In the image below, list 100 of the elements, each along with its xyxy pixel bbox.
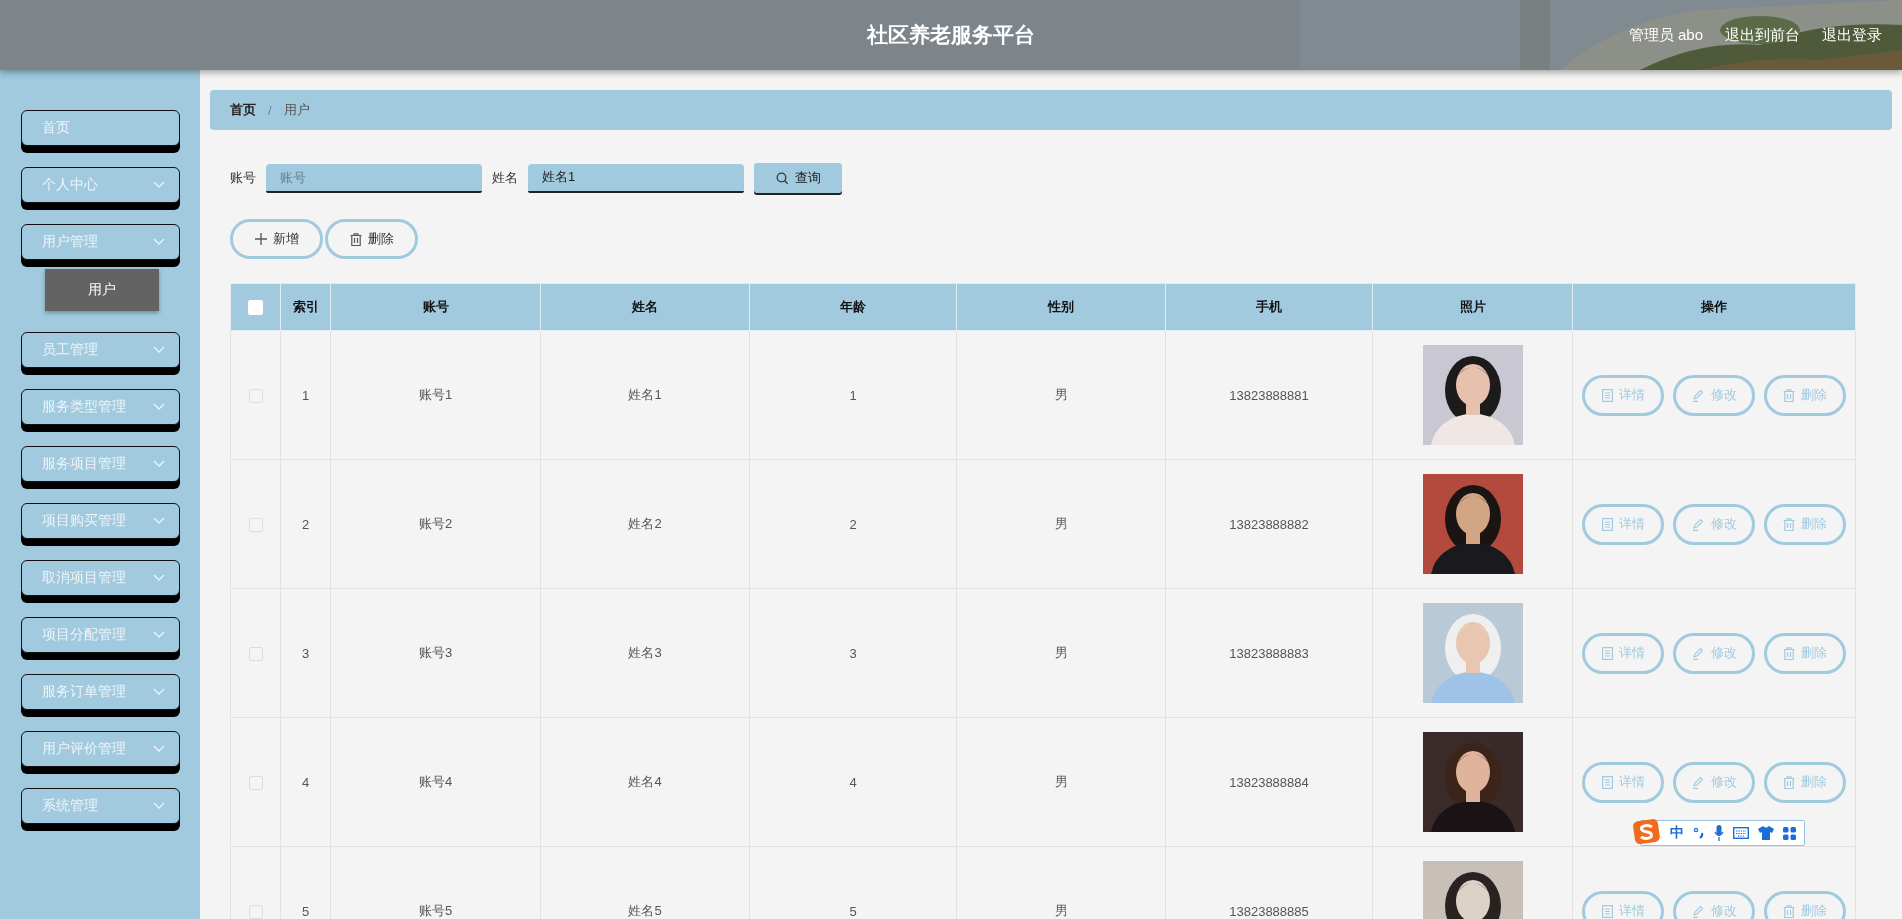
table-cell: 13823888884 <box>1165 717 1373 847</box>
table-cell: 姓名4 <box>540 717 750 847</box>
table-cell: 姓名5 <box>540 846 750 919</box>
detail-button[interactable]: 详情 <box>1582 503 1664 545</box>
trash-icon <box>1783 904 1795 918</box>
delete-button[interactable]: 删除 <box>1764 890 1846 919</box>
chevron-down-icon <box>153 346 165 354</box>
column-header: 操作 <box>1572 283 1856 331</box>
chevron-down-icon <box>153 460 165 468</box>
search-field[interactable]: 姓名1 <box>528 163 744 193</box>
table-cell: 4 <box>280 717 331 847</box>
edit-button[interactable]: 修改 <box>1673 374 1755 416</box>
table-cell: 1 <box>749 330 957 460</box>
search-button[interactable]: 查询 <box>754 163 842 193</box>
chevron-down-icon <box>153 802 165 810</box>
search-field[interactable]: 账号 <box>266 163 482 193</box>
microphone-icon[interactable] <box>1714 825 1724 841</box>
column-header: 账号 <box>330 283 541 331</box>
table-cell: 账号1 <box>330 330 541 460</box>
edit-button[interactable]: 修改 <box>1673 890 1755 919</box>
submenu-item[interactable]: 用户 <box>45 269 159 311</box>
plus-icon <box>254 233 267 245</box>
edit-button[interactable]: 修改 <box>1673 632 1755 674</box>
chevron-down-icon <box>153 574 165 582</box>
column-header: 年龄 <box>749 283 957 331</box>
search-icon <box>775 171 789 185</box>
user-label: 管理员 abo <box>1628 25 1703 45</box>
table-cell: 13823888881 <box>1165 330 1373 460</box>
chevron-down-icon <box>153 688 165 696</box>
input-mode-label[interactable]: 中 <box>1670 824 1684 842</box>
table-cell: 13823888882 <box>1165 459 1373 589</box>
punctuation-icon[interactable] <box>1693 827 1705 839</box>
document-icon <box>1601 517 1613 531</box>
chevron-down-icon <box>153 631 165 639</box>
chevron-down-icon <box>153 403 165 411</box>
table-cell: 13823888885 <box>1165 846 1373 919</box>
chevron-down-icon <box>153 745 165 753</box>
breadcrumb-link[interactable]: 首页 <box>230 101 256 119</box>
column-header: 索引 <box>280 283 331 331</box>
document-icon <box>1601 904 1613 918</box>
delete-button[interactable]: 删除 <box>1764 761 1846 803</box>
pencil-icon <box>1691 646 1705 660</box>
detail-button[interactable]: 详情 <box>1582 890 1664 919</box>
table-cell: 3 <box>280 588 331 718</box>
table-cell: 2 <box>749 459 957 589</box>
app-title: 社区养老服务平台 <box>867 22 1035 48</box>
chevron-down-icon <box>153 517 165 525</box>
keyboard-icon[interactable] <box>1733 827 1749 839</box>
edit-button[interactable]: 修改 <box>1673 761 1755 803</box>
table-cell: 男 <box>956 459 1166 589</box>
pencil-icon <box>1691 388 1705 402</box>
field-label: 姓名 <box>492 169 518 187</box>
table-cell: 2 <box>280 459 331 589</box>
trash-icon <box>1783 646 1795 660</box>
table-cell: 姓名2 <box>540 459 750 589</box>
chevron-down-icon <box>153 181 165 189</box>
delete-button[interactable]: 删除 <box>1764 374 1846 416</box>
table-cell: 账号4 <box>330 717 541 847</box>
table-cell: 13823888883 <box>1165 588 1373 718</box>
document-icon <box>1601 775 1613 789</box>
trash-icon <box>349 232 362 246</box>
shirt-icon[interactable] <box>1758 826 1774 840</box>
trash-icon <box>1783 775 1795 789</box>
trash-icon <box>1783 388 1795 402</box>
table-cell: 1 <box>280 330 331 460</box>
table-cell: 账号5 <box>330 846 541 919</box>
table-cell: 4 <box>749 717 957 847</box>
breadcrumb-separator: / <box>268 102 272 118</box>
pencil-icon <box>1691 904 1705 918</box>
detail-button[interactable]: 详情 <box>1582 632 1664 674</box>
table-cell: 男 <box>956 588 1166 718</box>
pencil-icon <box>1691 517 1705 531</box>
detail-button[interactable]: 详情 <box>1582 761 1664 803</box>
trash-icon <box>1783 517 1795 531</box>
table-cell: 男 <box>956 717 1166 847</box>
grid-icon[interactable] <box>1783 826 1796 840</box>
table-cell: 姓名3 <box>540 588 750 718</box>
delete-button[interactable]: 删除 <box>1764 632 1846 674</box>
table-cell: 姓名1 <box>540 330 750 460</box>
delete-button[interactable]: 删除 <box>1764 503 1846 545</box>
document-icon <box>1601 646 1613 660</box>
column-header: 手机 <box>1165 283 1373 331</box>
breadcrumb-link[interactable]: 用户 <box>283 101 310 119</box>
table-cell: 账号3 <box>330 588 541 718</box>
table-cell: 5 <box>749 846 957 919</box>
table-cell: 5 <box>280 846 331 919</box>
add-button[interactable]: 新增 <box>230 219 323 259</box>
table-cell: 男 <box>956 846 1166 919</box>
delete-button[interactable]: 删除 <box>325 219 418 259</box>
column-header: 姓名 <box>540 283 750 331</box>
edit-button[interactable]: 修改 <box>1673 503 1755 545</box>
header-link[interactable]: 退出登录 <box>1822 25 1882 45</box>
document-icon <box>1601 388 1613 402</box>
column-header: 性别 <box>956 283 1166 331</box>
detail-button[interactable]: 详情 <box>1582 374 1664 416</box>
table-cell: 账号2 <box>330 459 541 589</box>
column-header: 照片 <box>1372 283 1573 331</box>
table-cell: 3 <box>749 588 957 718</box>
chevron-down-icon <box>153 238 165 246</box>
pencil-icon <box>1691 775 1705 789</box>
